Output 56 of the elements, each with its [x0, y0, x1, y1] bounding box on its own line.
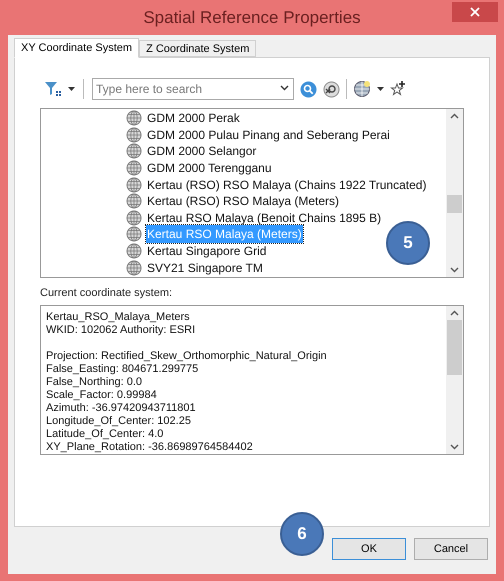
- scroll-down-icon[interactable]: [450, 267, 459, 273]
- dialog-button[interactable]: OK: [332, 538, 406, 560]
- globe-icon: [126, 110, 142, 126]
- detail-line: False_Northing: 0.0: [46, 376, 143, 388]
- coordinate-system-item[interactable]: Kertau RSO Malaya (Benoit Chains 1895 B): [146, 208, 382, 227]
- dropdown-caret-icon[interactable]: [377, 87, 384, 91]
- search-icon[interactable]: [300, 80, 317, 98]
- star-add-icon[interactable]: [390, 81, 406, 97]
- scroll-up-icon[interactable]: [450, 113, 459, 119]
- globe-icon: [126, 243, 142, 260]
- detail-line: Azimuth: -36.97420943711801: [46, 402, 197, 414]
- detail-line: False_Easting: 804671.299775: [46, 362, 200, 376]
- detail-line: XY_Plane_Rotation: -36.86989764584402: [46, 440, 254, 454]
- detail-line: Scale_Factor: 0.99984: [46, 388, 158, 402]
- current-system-label: Current coordinate system:: [40, 286, 174, 301]
- window-title: Spatial Reference Properties: [143, 6, 361, 29]
- globe-icon[interactable]: [353, 80, 371, 98]
- coordinate-system-item[interactable]: GDM 2000 Perak: [146, 109, 241, 128]
- detail-line: Longitude_Of_Center: 102.25: [46, 414, 192, 428]
- detail-line: Latitude_Of_Center: 4.0: [46, 428, 164, 440]
- coordinate-system-item[interactable]: Kertau (RSO) RSO Malaya (Chains 1922 Truncated): [146, 176, 428, 194]
- globe-icon: [126, 126, 142, 143]
- globe-icon: [126, 260, 142, 276]
- coordinate-system-item[interactable]: GDM 2000 Terengganu: [146, 159, 273, 178]
- coordinate-system-item[interactable]: Kertau (RSO) RSO Malaya (Meters): [146, 192, 340, 210]
- step-number-badge: 6: [280, 512, 324, 556]
- detail-line: Kertau_RSO_Malaya_Meters: [46, 310, 191, 324]
- scroll-thumb[interactable]: [447, 195, 462, 213]
- globe-icon: [126, 193, 142, 210]
- close-icon: [470, 7, 480, 17]
- scroll-up-icon[interactable]: [450, 310, 459, 316]
- search-field[interactable]: Type here to search: [92, 78, 294, 100]
- dropdown-chevron-icon[interactable]: [280, 85, 289, 91]
- scrollbar[interactable]: [446, 306, 463, 454]
- coordinate-system-item[interactable]: SVY21 Singapore TM: [146, 258, 264, 277]
- detail-line: Projection: Rectified_Skew_Orthomorphic_Natural_Origin: [46, 350, 328, 362]
- globe-icon: [126, 176, 142, 193]
- tab[interactable]: Z Coordinate System: [139, 40, 256, 57]
- scrollbar[interactable]: [446, 109, 463, 277]
- filter-icon[interactable]: [44, 81, 62, 97]
- coordinate-system-item[interactable]: Kertau Singapore Grid: [146, 242, 268, 260]
- dialog-button[interactable]: Cancel: [414, 538, 488, 560]
- clear-search-icon[interactable]: [323, 80, 340, 98]
- dropdown-caret-icon[interactable]: [68, 87, 75, 91]
- scroll-down-icon[interactable]: [450, 444, 459, 450]
- scroll-thumb[interactable]: [447, 320, 462, 374]
- globe-icon: [126, 210, 142, 226]
- tab[interactable]: XY Coordinate System: [14, 38, 140, 58]
- close-button[interactable]: [452, 2, 498, 22]
- detail-line: WKID: 102062 Authority: ESRI: [46, 324, 196, 336]
- coordinate-system-item[interactable]: GDM 2000 Selangor: [146, 142, 258, 160]
- globe-icon: [126, 143, 142, 160]
- globe-icon: [126, 160, 142, 176]
- globe-icon: [126, 226, 142, 242]
- coordinate-system-item[interactable]: GDM 2000 Pulau Pinang and Seberang Perai: [146, 126, 391, 144]
- step-number-badge: 5: [386, 221, 430, 265]
